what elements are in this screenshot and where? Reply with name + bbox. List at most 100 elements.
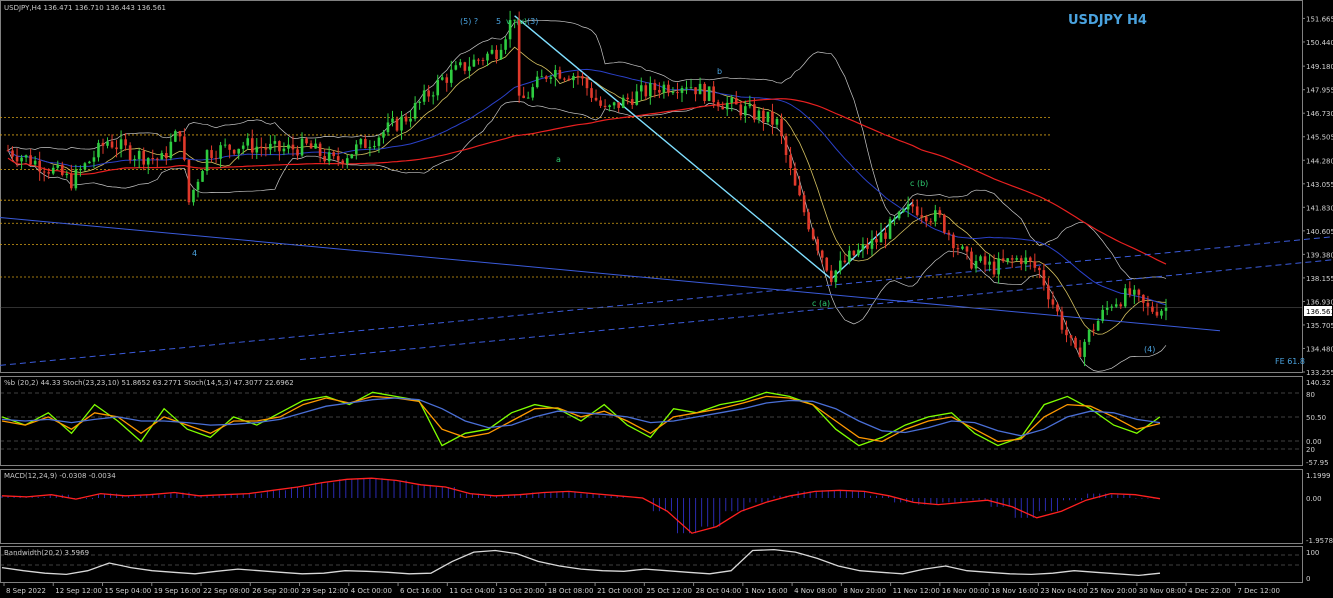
time-tick-label: 4 Dec 22:00 <box>1188 587 1231 595</box>
time-tick-label: 25 Oct 12:00 <box>646 587 692 595</box>
time-tick-label: 6 Oct 16:00 <box>400 587 441 595</box>
candle-body <box>373 145 376 148</box>
candle-body <box>1105 307 1109 310</box>
bandwidth-pane: Bandwidth(20,2) 3.5969 100 0 <box>0 546 1319 583</box>
candle-body <box>707 86 711 101</box>
price-y-axis: 151.665 150.440 149.180 147.955 146.730 145.5… <box>1302 15 1333 377</box>
candle-body <box>205 150 209 171</box>
candle-body <box>382 132 385 138</box>
candle-body <box>15 156 19 162</box>
candle-body <box>241 145 245 149</box>
bandwidth-header: Bandwidth(20,2) 3.5969 <box>4 549 89 557</box>
wave-count-line <box>514 15 914 280</box>
candle-body <box>1010 258 1014 260</box>
time-tick-label: 4 Oct 00:00 <box>351 587 392 595</box>
candle-body <box>603 105 607 108</box>
trend-channel-dashed-line <box>299 259 1333 361</box>
price-tick-label: 146.730 <box>1306 110 1333 118</box>
candle-body <box>33 160 37 165</box>
chart-canvas: (5) ? 5 v (v) (3) b a 4 c (b) c (a) (4) FE 61.8 USD… <box>0 0 1333 595</box>
candle-body <box>431 95 435 97</box>
candle-body <box>336 156 340 161</box>
candle-body <box>146 158 150 165</box>
candle-body <box>753 104 756 120</box>
candle-body <box>495 49 498 60</box>
wave-label: c (b) <box>910 179 928 188</box>
trend-channel-dashed-line <box>0 236 1333 366</box>
candle-body <box>653 83 657 90</box>
candle-body <box>1060 311 1064 330</box>
candle-body <box>223 144 227 146</box>
candle-body <box>649 83 652 97</box>
candle-body <box>716 102 720 107</box>
candle-body <box>789 154 792 169</box>
candle-body <box>988 261 991 265</box>
candle-body <box>798 185 801 196</box>
candle-body <box>440 77 444 80</box>
candle-body <box>671 92 675 94</box>
candle-body <box>1164 307 1168 311</box>
candle-body <box>219 145 222 159</box>
candle-body <box>309 143 313 149</box>
candle-body <box>780 118 783 137</box>
candle-body <box>1056 304 1059 312</box>
candle-body <box>979 256 982 261</box>
wave-label: v <box>506 17 511 26</box>
candle-body <box>291 144 295 150</box>
candle-body <box>24 155 28 158</box>
candle-body <box>183 136 186 160</box>
time-tick-label: 8 Sep 2022 <box>6 587 46 595</box>
candle-body <box>178 131 182 137</box>
candle-body <box>155 158 159 160</box>
candle-body <box>278 141 281 152</box>
candle-body <box>74 169 78 189</box>
candle-body <box>499 49 503 60</box>
candle-body <box>477 59 480 61</box>
candle-body <box>956 248 960 250</box>
stoch-pane: %b (20,2) 44.33 Stoch(23,23,10) 51.8652 … <box>0 376 1331 467</box>
candle-body <box>110 141 114 148</box>
candle-body <box>1128 288 1132 295</box>
candle-body <box>350 154 354 159</box>
candle-body <box>771 111 774 125</box>
candle-body <box>1096 320 1100 331</box>
candle-body <box>1047 285 1050 300</box>
candle-body <box>445 77 449 83</box>
candle-body <box>766 111 770 122</box>
candle-body <box>201 170 204 182</box>
candle-body <box>400 116 403 131</box>
candle-body <box>825 257 829 271</box>
candle-body <box>47 172 51 174</box>
candle-body <box>1151 306 1154 312</box>
candle-body <box>811 229 815 240</box>
candle-body <box>974 260 978 269</box>
bollinger-lower-band <box>7 101 1167 372</box>
current-price-label: 136.561 <box>1306 308 1333 316</box>
wave-label: (5) ? <box>460 17 478 26</box>
wave-labels: (5) ? 5 v (v) (3) b a 4 c (b) c (a) (4) FE 61.8 <box>192 17 1305 366</box>
candle-body <box>1078 347 1082 357</box>
candle-body <box>160 153 164 160</box>
candle-body <box>1042 270 1046 286</box>
price-tick-label: 140.605 <box>1306 228 1333 236</box>
price-tick-label: 147.955 <box>1306 87 1333 95</box>
candle-body <box>744 106 747 116</box>
candle-body <box>1006 258 1009 262</box>
candle-body <box>1069 335 1073 338</box>
candle-body <box>1155 311 1159 316</box>
candle-body <box>174 131 177 142</box>
candle-body <box>214 157 218 159</box>
candle-body <box>436 79 440 96</box>
candle-body <box>97 142 100 158</box>
candle-body <box>124 139 127 146</box>
candle-body <box>924 216 928 222</box>
indicator-tick-label: 50.50 <box>1306 414 1326 422</box>
candle-body <box>70 173 73 189</box>
candle-body <box>680 88 684 93</box>
time-tick-label: 1 Nov 16:00 <box>745 587 788 595</box>
candle-body <box>151 158 155 160</box>
candle-body <box>834 270 838 283</box>
candle-body <box>1028 257 1032 262</box>
wave-label: c (a) <box>812 299 830 308</box>
candle-body <box>947 232 951 235</box>
